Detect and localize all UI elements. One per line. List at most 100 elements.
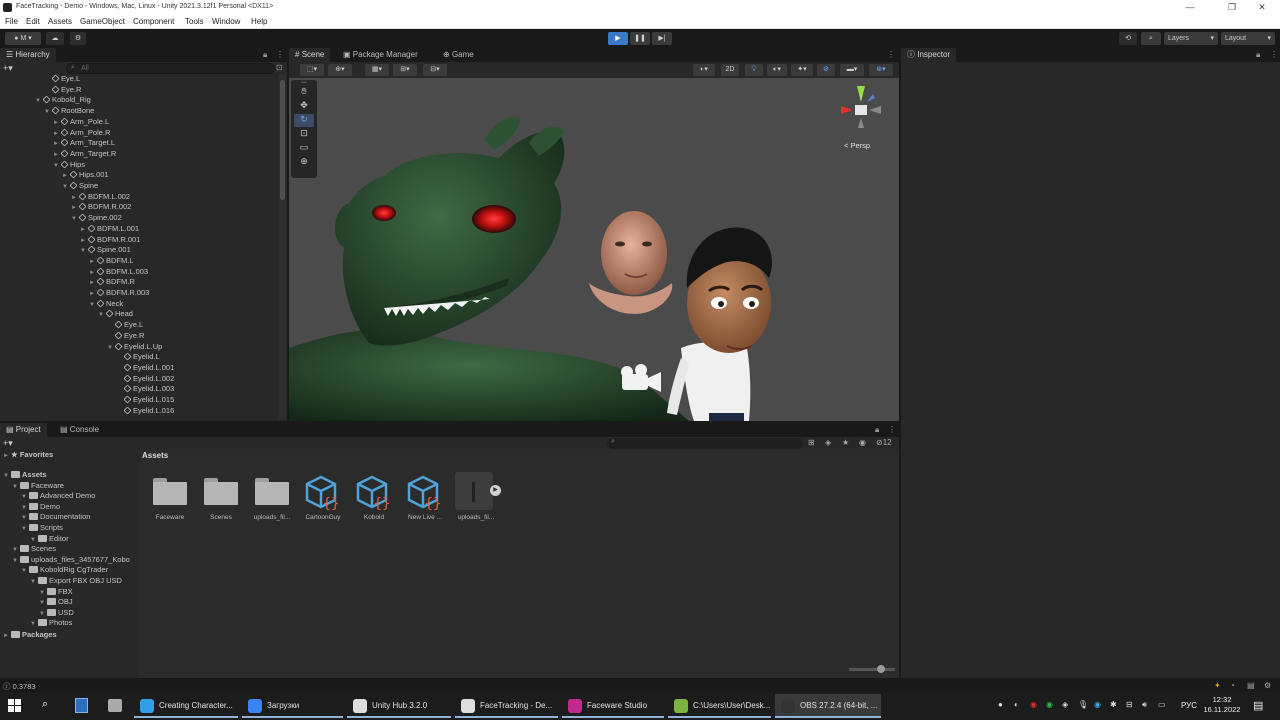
expand-arrow-icon[interactable]: ▼ [107,343,115,354]
tray-icon[interactable]: ● [998,700,1003,709]
increment-dropdown[interactable]: ⊟▾ [423,64,447,76]
project-folder-item[interactable]: ▼ FBX [39,587,73,598]
search-icon[interactable]: ⌕ [1141,32,1161,45]
taskbar-app-button[interactable]: FaceTracking - De... [455,694,558,718]
mode-2d-toggle[interactable]: 2D [721,64,739,76]
tray-icon[interactable]: ◉ [1046,700,1053,709]
rect-tool-icon[interactable]: ▭ [294,142,314,155]
scene-visibility-icon[interactable]: ⊡ [276,63,283,72]
hierarchy-item[interactable]: ▼ Spine.002 [71,213,122,224]
expand-arrow-icon[interactable]: ▼ [21,524,29,535]
expand-arrow-icon[interactable]: ▼ [71,214,79,225]
history-icon[interactable]: ⟲ [1119,32,1137,45]
tray-icon[interactable]: ◐ [1014,700,1019,709]
hierarchy-item[interactable]: ► BDFM.R.001 [80,235,140,246]
tab-console[interactable]: ▤ Console [54,423,105,437]
hierarchy-item[interactable]: Eye.L [44,74,80,85]
hierarchy-item[interactable]: ▼ Spine.001 [80,245,131,256]
expand-arrow-icon[interactable]: ▼ [3,471,11,482]
hierarchy-item[interactable]: ► BDFM.L.001 [80,224,139,235]
tab-scene[interactable]: # Scene [289,48,331,62]
menu-help[interactable]: Help [251,17,267,26]
tab-inspector[interactable]: ⓘ Inspector [901,48,957,62]
layers-dropdown[interactable]: Layers ▾ [1164,32,1218,45]
audio-toggle-icon[interactable]: 🔈︎▾ [767,64,787,76]
asset-tile[interactable]: Scenes [198,470,244,526]
hidden-packages-icon[interactable]: ◉ [859,438,866,447]
kebab-menu-icon[interactable]: ⋮ [276,50,284,59]
move-tool-icon[interactable]: ✥ [294,100,314,113]
hierarchy-item[interactable]: ▼ RootBone [44,106,94,117]
taskbar-app-button[interactable]: Creating Character... [134,694,238,718]
debug-icon[interactable]: ⚙ [1264,681,1271,690]
project-search-input[interactable]: ⌕ [607,438,803,449]
tab-hierarchy[interactable]: ☰ Hierarchy [0,48,56,62]
taskbar-app-button[interactable]: C:\Users\User\Desk... [668,694,771,718]
expand-arrow-icon[interactable]: ▼ [12,482,20,493]
project-folder-item[interactable]: ▼ Scenes [12,544,56,555]
project-folder-item[interactable]: ▼ Demo [21,502,60,513]
tray-icon[interactable]: ◉ [1030,700,1037,709]
expand-arrow-icon[interactable]: ▼ [89,300,97,311]
cloud-icon[interactable]: ☁ [46,32,64,45]
scale-tool-icon[interactable]: ⊡ [294,128,314,141]
menu-gameobject[interactable]: GameObject [80,17,125,26]
project-folder-item[interactable]: ▼ Photos [30,618,72,629]
effects-dropdown[interactable]: ✦▾ [791,64,813,76]
hierarchy-item[interactable]: Eyelid.L [116,352,160,363]
expand-arrow-icon[interactable]: ▼ [30,577,38,588]
project-folder-item[interactable]: ▼ Scripts [21,523,63,534]
camera-dropdown[interactable]: ▬▾ [840,64,864,76]
hierarchy-item[interactable]: Eye.R [44,85,81,96]
kebab-menu-icon[interactable]: ⋮ [887,50,895,59]
hierarchy-item[interactable]: Eyelid.L.003 [116,384,174,395]
expand-arrow-icon[interactable]: ▼ [80,246,88,257]
transform-tool-icon[interactable]: ⊕ [294,156,314,169]
hierarchy-item[interactable]: ► Arm_Target.L [53,138,115,149]
taskbar-app-button[interactable]: OBS 27.2.4 (64-bit, ... [775,694,881,718]
battery-icon[interactable]: ▭ [1158,700,1166,709]
hierarchy-item[interactable]: ► Arm_Pole.L [53,117,109,128]
collab-icon[interactable]: ⚙ [70,32,86,45]
expand-arrow-icon[interactable]: ▼ [98,310,106,321]
asset-tile[interactable]: ▶ uploads_fil... [453,470,501,526]
orientation-gizmo[interactable]: y [841,86,881,128]
hierarchy-item[interactable]: Eyelid.L.002 [116,374,174,385]
icon-size-slider[interactable] [849,665,895,673]
pause-button[interactable]: ❚❚ [630,32,650,45]
hierarchy-item[interactable]: Eye.R [107,331,144,342]
hierarchy-item[interactable]: ► BDFM.L [89,256,134,267]
hierarchy-item[interactable]: ► BDFM.R.002 [71,202,131,213]
project-folder-item[interactable]: ▼ Faceware [12,481,64,492]
lock-icon[interactable]: 🔒︎ [875,425,879,435]
minimize-button[interactable]: — [1172,1,1208,14]
notifications-icon[interactable]: ▤ [1253,699,1263,712]
render-sphere-dropdown[interactable]: ◐▾ [693,64,715,76]
expand-arrow-icon[interactable]: ▼ [44,107,52,118]
rotate-tool-icon[interactable]: ↻ [294,114,314,127]
hierarchy-item[interactable]: ▼ Spine [62,181,98,192]
menu-assets[interactable]: Assets [48,17,72,26]
tray-icon[interactable]: ◈ [1062,700,1068,709]
taskbar-app-button[interactable]: Загрузки [242,694,343,718]
tab-package-manager[interactable]: ▣ Package Manager [337,48,424,62]
create-button[interactable]: +▾ [3,438,13,449]
hierarchy-item[interactable]: ► Arm_Pole.R [53,128,110,139]
expand-arrow-icon[interactable]: ▼ [21,566,29,577]
hierarchy-item[interactable]: ► BDFM.R [89,277,135,288]
kebab-menu-icon[interactable]: ⋮ [888,425,896,434]
tray-icon[interactable]: ✱ [1110,700,1117,709]
draw-mode-dropdown[interactable]: ⬚▾ [300,64,324,76]
tab-project[interactable]: ▤ Project [0,423,47,437]
asset-tile[interactable]: {} CartoonGuy [300,470,346,526]
expand-arrow-icon[interactable]: ▼ [53,161,61,172]
hierarchy-item[interactable]: ► Arm_Target.R [53,149,116,160]
hierarchy-item[interactable]: ▼ Neck [89,299,123,310]
step-button[interactable]: ▶| [652,32,672,45]
realistic-head-model[interactable] [589,211,673,314]
project-folder-item[interactable]: ▼ Advanced Demo [21,491,95,502]
tray-icon[interactable]: ◉ [1094,700,1101,709]
snap-dropdown[interactable]: ⊞▾ [393,64,417,76]
hierarchy-item[interactable]: Eyelid.L.015 [116,395,174,406]
hierarchy-item[interactable]: ► BDFM.L.002 [71,192,130,203]
